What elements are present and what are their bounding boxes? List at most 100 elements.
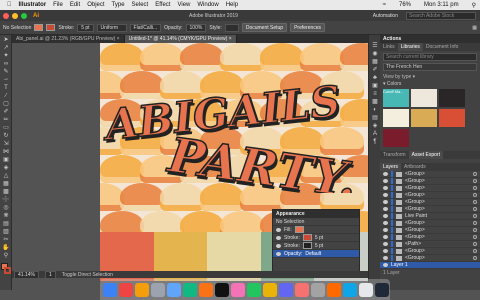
- visibility-eye-icon[interactable]: [383, 172, 388, 176]
- shape-builder-tool-icon[interactable]: ◈: [2, 165, 10, 171]
- layer-row[interactable]: <Group>: [380, 248, 480, 255]
- wifi-icon[interactable]: ≈: [383, 2, 386, 8]
- gradient-icon[interactable]: ▩: [371, 99, 379, 105]
- layer-row[interactable]: <Group>: [380, 185, 480, 192]
- symbol-sprayer-tool-icon[interactable]: ❋: [2, 213, 10, 219]
- menu-effect[interactable]: Effect: [155, 2, 170, 8]
- appearance-opacity-row[interactable]: Opacity: Default: [273, 250, 359, 258]
- dock-app-icon[interactable]: [311, 282, 325, 297]
- menu-type[interactable]: Type: [112, 2, 125, 8]
- dock-app-icon[interactable]: [359, 282, 373, 297]
- tab-transform[interactable]: Transform: [380, 151, 409, 159]
- align-icon[interactable]: ▤: [371, 115, 379, 121]
- dock-app-icon[interactable]: [295, 282, 309, 297]
- dock-app-icon[interactable]: [327, 282, 341, 297]
- scale-tool-icon[interactable]: ⇲: [2, 141, 10, 147]
- layer-row-top[interactable]: Layer 1: [380, 262, 480, 269]
- library-swatch[interactable]: [383, 109, 409, 127]
- dock-app-icon[interactable]: [151, 282, 165, 297]
- document-setup-button[interactable]: Document Setup: [241, 23, 288, 32]
- menu-object[interactable]: Object: [87, 2, 104, 8]
- library-swatch[interactable]: [411, 109, 437, 127]
- close-window-button[interactable]: [3, 12, 9, 19]
- dock-app-icon[interactable]: [215, 282, 229, 297]
- dock-app-icon[interactable]: [103, 282, 117, 297]
- visibility-eye-icon[interactable]: [383, 200, 388, 204]
- opacity-field[interactable]: 100%: [185, 23, 207, 32]
- visibility-eye-icon[interactable]: [383, 256, 388, 260]
- paragraph-icon[interactable]: ¶: [371, 139, 379, 145]
- stock-search-input[interactable]: Search Adobe Stock: [406, 11, 476, 20]
- dock-app-icon[interactable]: [199, 282, 213, 297]
- minimize-window-button[interactable]: [12, 12, 18, 19]
- hand-tool-icon[interactable]: ✋: [2, 245, 10, 251]
- clock[interactable]: Mon 3:11 pm: [424, 2, 459, 8]
- target-circle-icon[interactable]: [473, 207, 477, 211]
- zoom-tool-icon[interactable]: ⚲: [2, 253, 10, 259]
- dock-app-icon[interactable]: [167, 282, 181, 297]
- zoom-level-field[interactable]: 41.14%: [14, 270, 39, 279]
- target-circle-icon[interactable]: [473, 228, 477, 232]
- paintbrush-tool-icon[interactable]: ✐: [2, 109, 10, 115]
- menu-file[interactable]: File: [53, 2, 63, 8]
- library-swatch[interactable]: [439, 109, 465, 127]
- layer-row[interactable]: <Group>: [380, 199, 480, 206]
- dock-app-icon[interactable]: [247, 282, 261, 297]
- arrange-documents-icon[interactable]: ▦: [472, 25, 477, 31]
- visibility-eye-icon[interactable]: [383, 263, 388, 267]
- menu-edit[interactable]: Edit: [70, 2, 80, 8]
- library-swatch[interactable]: [411, 89, 437, 107]
- status-tool-text[interactable]: Toggle Direct Selection: [62, 272, 113, 278]
- tab-layers[interactable]: Layers: [380, 163, 402, 171]
- target-circle-icon[interactable]: [473, 172, 477, 176]
- swatches-icon[interactable]: ▦: [371, 59, 379, 65]
- visibility-eye-icon[interactable]: [276, 227, 281, 232]
- target-circle-icon[interactable]: [473, 235, 477, 239]
- dock-app-icon[interactable]: [135, 282, 149, 297]
- battery-percent[interactable]: 76%: [399, 2, 411, 8]
- preferences-button[interactable]: Preferences: [290, 23, 326, 32]
- pencil-tool-icon[interactable]: ✏: [2, 117, 10, 123]
- visibility-eye-icon[interactable]: [383, 193, 388, 197]
- view-by-dropdown[interactable]: View by type ▾: [380, 73, 480, 81]
- target-circle-icon[interactable]: [473, 249, 477, 253]
- visibility-eye-icon[interactable]: [276, 251, 281, 256]
- target-circle-icon[interactable]: [473, 256, 477, 260]
- stroke-icon[interactable]: ≡: [371, 91, 379, 97]
- stroke-swatch[interactable]: [302, 234, 312, 241]
- dock-app-icon[interactable]: [231, 282, 245, 297]
- layer-row[interactable]: Live Paint: [380, 213, 480, 220]
- dock-app-icon[interactable]: [263, 282, 277, 297]
- visibility-eye-icon[interactable]: [276, 243, 281, 248]
- transparency-icon[interactable]: ◐: [371, 107, 379, 113]
- visibility-eye-icon[interactable]: [276, 235, 281, 240]
- fill-swatch[interactable]: [294, 226, 304, 233]
- magic-wand-tool-icon[interactable]: ✦: [2, 53, 10, 59]
- layer-row[interactable]: <Group>: [380, 192, 480, 199]
- properties-icon[interactable]: ☰: [371, 43, 379, 49]
- target-circle-icon[interactable]: [473, 193, 477, 197]
- artboard-navigator[interactable]: 1: [44, 270, 56, 279]
- library-dropdown[interactable]: The French Hen: [383, 63, 477, 71]
- target-circle-icon[interactable]: [473, 186, 477, 190]
- perspective-grid-tool-icon[interactable]: △: [2, 173, 10, 179]
- dock-app-icon[interactable]: [375, 282, 389, 297]
- dock-app-icon[interactable]: [343, 282, 357, 297]
- tab-libraries[interactable]: Libraries: [397, 43, 423, 51]
- color-icon[interactable]: ◉: [371, 51, 379, 57]
- library-swatch[interactable]: Cutoff Ma...: [383, 89, 409, 107]
- tab-abi-panel[interactable]: Abi_panel.ai @ 21.23% (RGB/GPU Preview) …: [12, 35, 125, 43]
- layer-row[interactable]: <Path>: [380, 241, 480, 248]
- stroke-weight-dropdown[interactable]: 5 pt: [77, 23, 94, 32]
- line-tool-icon[interactable]: ∕: [2, 93, 10, 99]
- dock-app-icon[interactable]: [183, 282, 197, 297]
- variable-width-profile-dropdown[interactable]: Uniform: [96, 23, 127, 32]
- visibility-eye-icon[interactable]: [383, 242, 388, 246]
- target-circle-icon[interactable]: [473, 200, 477, 204]
- target-circle-icon[interactable]: [473, 221, 477, 225]
- tab-untitled-1[interactable]: Untitled-1* @ 41.14% (CMYK/GPU Preview) …: [124, 35, 237, 43]
- curvature-tool-icon[interactable]: ∽: [2, 77, 10, 83]
- gradient-tool-icon[interactable]: ▩: [2, 189, 10, 195]
- fill-swatch[interactable]: [34, 24, 44, 31]
- layer-row[interactable]: <Group>: [380, 206, 480, 213]
